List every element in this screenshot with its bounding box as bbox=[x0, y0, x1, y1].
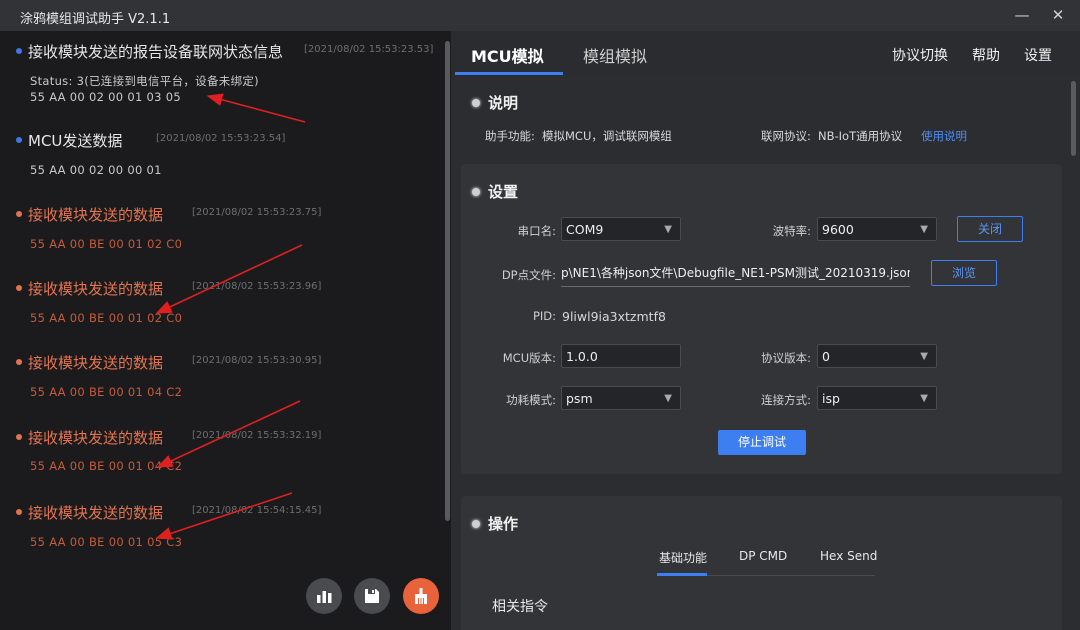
annotation-arrow bbox=[156, 400, 301, 468]
help-link[interactable]: 帮助 bbox=[972, 45, 1000, 65]
tab-dp-cmd[interactable]: DP CMD bbox=[739, 549, 787, 563]
chevron-down-icon: ▼ bbox=[920, 393, 928, 404]
tab-bar: MCU模拟 模组模拟 协议切换 帮助 设置 bbox=[451, 31, 1080, 75]
chevron-down-icon: ▼ bbox=[920, 224, 928, 235]
browse-button[interactable]: 浏览 bbox=[931, 260, 997, 286]
bullet-icon bbox=[472, 520, 480, 528]
chevron-down-icon: ▼ bbox=[664, 393, 672, 404]
protocol-version-select[interactable]: 0 ▼ bbox=[817, 344, 937, 368]
settings-card: 设置 串口名: COM9 ▼ 波特率: 9600 ▼ 关闭 DP点文件: p\NE1… bbox=[461, 164, 1062, 474]
annotation-arrows bbox=[155, 93, 306, 540]
func-value: 模拟MCU，调试联网模组 bbox=[542, 129, 672, 143]
settings-link[interactable]: 设置 bbox=[1024, 45, 1052, 65]
save-icon bbox=[365, 589, 379, 603]
stop-debug-button[interactable]: 停止调试 bbox=[718, 430, 806, 455]
related-commands-label: 相关指令 bbox=[492, 599, 548, 615]
power-mode-label: 功耗模式: bbox=[506, 393, 556, 407]
power-mode-select[interactable]: psm ▼ bbox=[561, 386, 681, 410]
protocol-version-label: 协议版本: bbox=[761, 351, 811, 365]
save-button[interactable] bbox=[354, 578, 390, 614]
desc-section-title: 说明 bbox=[472, 92, 518, 113]
bullet-icon bbox=[472, 188, 480, 196]
func-label: 助手功能: bbox=[485, 129, 535, 143]
protocol-value: NB-IoT通用协议 bbox=[818, 129, 903, 143]
mcu-version-label: MCU版本: bbox=[502, 351, 556, 365]
subtab-divider bbox=[707, 575, 875, 576]
close-port-button[interactable]: 关闭 bbox=[957, 216, 1023, 242]
active-subtab-indicator bbox=[657, 573, 707, 576]
window-title: 涂鸦模组调试助手 V2.1.1 bbox=[20, 12, 171, 27]
tab-basic-functions[interactable]: 基础功能 bbox=[659, 549, 707, 566]
operations-section-title: 操作 bbox=[472, 513, 518, 534]
clear-log-button[interactable] bbox=[403, 578, 439, 614]
baud-label: 波特率: bbox=[772, 224, 811, 238]
log-panel[interactable]: 接收模块发送的报告设备联网状态信息 [2021/08/02 15:53:23.5… bbox=[0, 31, 451, 630]
title-bar: 涂鸦模组调试助手 V2.1.1 — ✕ bbox=[0, 0, 1080, 32]
pid-label: PID: bbox=[532, 309, 556, 323]
chart-button[interactable] bbox=[306, 578, 342, 614]
operations-card: 操作 基础功能 DP CMD Hex Send 相关指令 bbox=[461, 496, 1062, 630]
annotation-arrow bbox=[155, 244, 303, 314]
active-tab-indicator bbox=[455, 72, 563, 75]
mcu-version-input[interactable]: 1.0.0 bbox=[561, 344, 681, 368]
settings-section-title: 设置 bbox=[472, 181, 518, 202]
tab-hex-send[interactable]: Hex Send bbox=[820, 549, 877, 563]
panel-scrollbar[interactable] bbox=[1071, 81, 1076, 156]
port-label: 串口名: bbox=[517, 224, 556, 238]
baud-select[interactable]: 9600 ▼ bbox=[817, 217, 937, 241]
pid-value: 9liwl9ia3xtzmtf8 bbox=[562, 309, 666, 324]
annotation-arrow bbox=[206, 93, 306, 123]
simulator-panel: MCU模拟 模组模拟 协议切换 帮助 设置 说明 助手功能: 模拟MCU，调试联… bbox=[451, 31, 1080, 630]
port-select[interactable]: COM9 ▼ bbox=[561, 217, 681, 241]
dp-file-input[interactable]: p\NE1\各种json文件\Debugfile_NE1-PSM测试_20210… bbox=[561, 260, 910, 287]
tab-mcu-simulation[interactable]: MCU模拟 bbox=[471, 43, 544, 67]
minimize-icon[interactable]: — bbox=[1010, 4, 1034, 26]
connection-select[interactable]: isp ▼ bbox=[817, 386, 937, 410]
close-icon[interactable]: ✕ bbox=[1046, 4, 1070, 26]
usage-link[interactable]: 使用说明 bbox=[921, 128, 967, 144]
chevron-down-icon: ▼ bbox=[664, 224, 672, 235]
bullet-icon bbox=[472, 99, 480, 107]
connection-label: 连接方式: bbox=[761, 393, 811, 407]
tab-module-simulation[interactable]: 模组模拟 bbox=[583, 43, 647, 67]
chevron-down-icon: ▼ bbox=[920, 351, 928, 362]
broom-icon bbox=[415, 588, 427, 604]
chart-icon bbox=[317, 591, 332, 603]
log-scrollbar[interactable] bbox=[445, 41, 450, 521]
protocol-switch-link[interactable]: 协议切换 bbox=[892, 45, 948, 65]
annotation-arrow bbox=[155, 492, 293, 540]
dp-file-label: DP点文件: bbox=[501, 268, 556, 282]
protocol-label: 联网协议: bbox=[761, 129, 811, 143]
